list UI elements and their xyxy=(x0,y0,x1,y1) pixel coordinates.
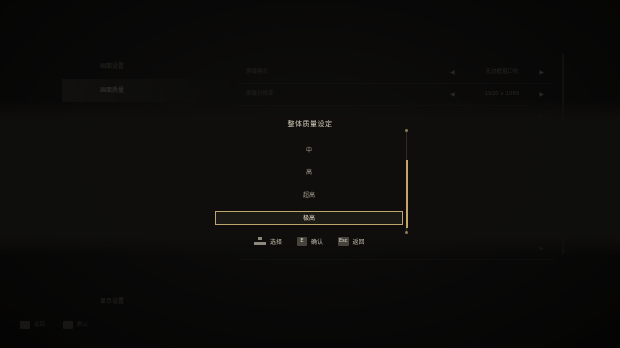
option-medium[interactable]: 中 xyxy=(215,144,403,158)
hint-select-label: 选择 xyxy=(270,238,283,246)
control-hints: 选择 E 确认 Esc 返回 xyxy=(0,236,620,248)
key-esc-icon: Esc xyxy=(338,236,349,246)
hint-confirm-label: 确认 xyxy=(311,238,324,246)
dialog-scroll-thumb[interactable] xyxy=(405,160,408,228)
hint-select[interactable]: 选择 xyxy=(254,236,282,246)
hint-confirm[interactable]: E 确认 xyxy=(297,236,323,246)
dialog-title: 整体质量设定 xyxy=(287,120,333,128)
scroll-down-icon[interactable] xyxy=(405,231,408,234)
hint-back-label: 返回 xyxy=(352,238,365,246)
option-high[interactable]: 高 xyxy=(215,166,403,180)
option-very-high[interactable]: 超高 xyxy=(215,189,403,203)
wasd-keys-icon xyxy=(254,236,266,246)
quality-dialog: 整体质量设定 中 高 超高 极高 选择 E 确认 Esc 返回 xyxy=(0,0,620,348)
option-ultra-selected[interactable]: 极高 xyxy=(215,211,403,225)
hint-back[interactable]: Esc 返回 xyxy=(338,236,365,246)
key-e-icon: E xyxy=(297,236,307,246)
scroll-up-icon[interactable] xyxy=(405,129,408,132)
